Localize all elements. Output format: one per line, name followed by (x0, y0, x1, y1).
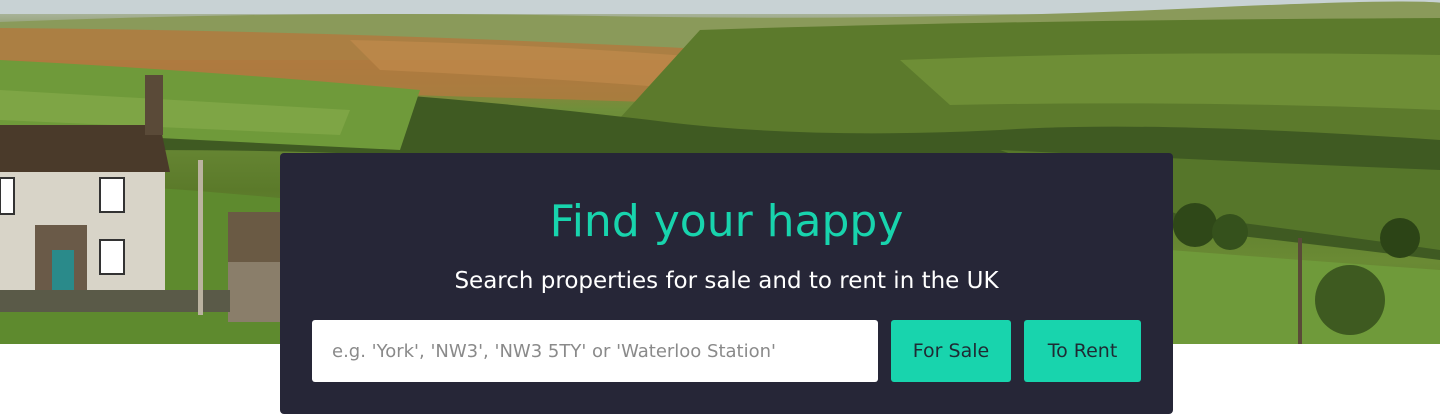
location-search-input[interactable] (312, 320, 878, 382)
hero-subtitle: Search properties for sale and to rent i… (454, 268, 999, 294)
for-sale-button[interactable]: For Sale (891, 320, 1011, 382)
hero-title: Find your happy (549, 196, 904, 247)
to-rent-button[interactable]: To Rent (1024, 320, 1141, 382)
